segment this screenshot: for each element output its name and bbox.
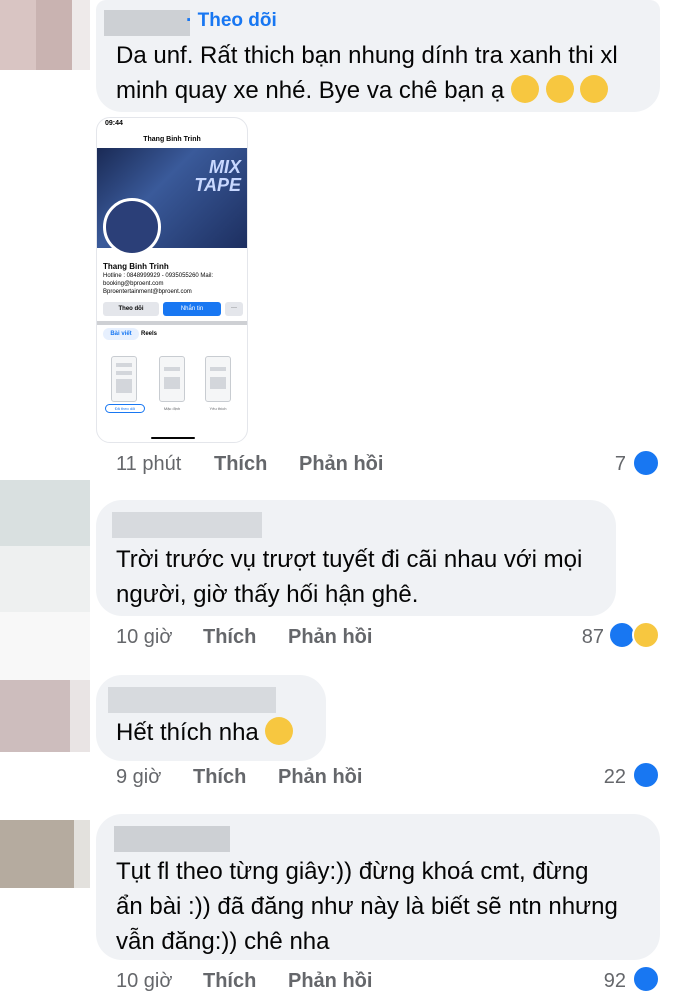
reply-button[interactable]: Phản hồi xyxy=(288,626,372,649)
commenter-name[interactable] xyxy=(104,10,190,36)
follow-button: Theo dõi xyxy=(103,302,159,316)
message-button: Nhắn tin xyxy=(163,302,221,316)
commenter-name[interactable] xyxy=(112,512,262,538)
haha-icon[interactable] xyxy=(632,621,660,649)
like-button[interactable]: Thích xyxy=(203,970,256,993)
home-indicator xyxy=(151,437,195,439)
like-button[interactable]: Thích xyxy=(203,626,256,649)
comment-text: Trời trước vụ trượt tuyết đi cãi nhau vớ… xyxy=(116,542,600,612)
commenter-name[interactable] xyxy=(108,687,276,713)
tab-posts: Bài viết xyxy=(103,328,139,340)
like-icon[interactable] xyxy=(632,761,660,789)
cover-text: MIX TAPE xyxy=(194,157,241,195)
like-icon[interactable] xyxy=(632,449,660,477)
attached-image[interactable]: 09:44 Thang Binh Trinh MIX TAPE Thang Bi… xyxy=(96,117,248,443)
comment-line: người, giờ thấy hối hận ghê. xyxy=(116,581,419,608)
comment-line: Hết thích nha xyxy=(116,719,259,746)
layout-card xyxy=(111,356,137,402)
comment-line: vẫn đăng:)) chê nha xyxy=(116,928,330,955)
reaction-count[interactable]: 7 xyxy=(615,453,626,476)
layout-card xyxy=(205,356,231,402)
comment-line: Trời trước vụ trượt tuyết đi cãi nhau vớ… xyxy=(116,546,583,573)
card-label: Mặc định xyxy=(163,406,181,411)
tab-reels: Reels xyxy=(141,331,158,337)
profile-picture xyxy=(103,198,161,256)
comment-text: Hết thích nha xyxy=(116,715,310,750)
reaction-count[interactable]: 22 xyxy=(604,766,626,789)
avatar[interactable] xyxy=(0,820,90,888)
layout-card xyxy=(159,356,185,402)
comment-bubble: Tụt fl theo từng giây:)) đừng khoá cmt, … xyxy=(96,814,660,960)
laughing-tears-emoji xyxy=(545,75,574,103)
comment-time[interactable]: 11 phút xyxy=(116,453,181,476)
divider xyxy=(97,321,247,325)
comment-bubble: Trời trước vụ trượt tuyết đi cãi nhau vớ… xyxy=(96,500,616,616)
more-button: ··· xyxy=(225,302,243,316)
follow-link[interactable]: · Theo dõi xyxy=(186,10,277,32)
commenter-name[interactable] xyxy=(114,826,230,852)
comment-line: Tụt fl theo từng giây:)) đừng khoá cmt, … xyxy=(116,858,589,885)
comment-line: minh quay xe nhé. Bye va chê bạn ạ xyxy=(116,73,644,108)
like-icon[interactable] xyxy=(632,965,660,993)
comment-text: Tụt fl theo từng giây:)) đừng khoá cmt, … xyxy=(116,854,644,959)
laughing-tears-emoji xyxy=(580,75,609,103)
reaction-count[interactable]: 87 xyxy=(582,626,604,649)
status-time: 09:44 xyxy=(105,120,123,127)
avatar[interactable] xyxy=(0,0,90,70)
profile-info: Hotline : 0848999929 - 0935055260 Mail: … xyxy=(103,273,214,295)
reply-button[interactable]: Phản hồi xyxy=(288,970,372,993)
laughing-tears-emoji xyxy=(510,75,539,103)
comment-bubble: Hết thích nha xyxy=(96,675,326,761)
comment-time[interactable]: 10 giờ xyxy=(116,970,172,993)
crying-face-emoji xyxy=(265,717,294,745)
card-label: Yêu thích xyxy=(209,406,227,411)
profile-header-title: Thang Binh Trinh xyxy=(143,136,201,143)
profile-name: Thang Binh Trinh xyxy=(103,262,169,271)
card-label: Đã theo dõi xyxy=(105,404,145,413)
reaction-count[interactable]: 92 xyxy=(604,970,626,993)
comment-line: Da unf. Rất thich bạn nhung dính tra xan… xyxy=(116,42,618,69)
reply-button[interactable]: Phản hồi xyxy=(299,453,383,476)
avatar[interactable] xyxy=(0,480,90,680)
like-button[interactable]: Thích xyxy=(193,766,246,789)
avatar[interactable] xyxy=(0,680,90,752)
comment-text: Da unf. Rất thich bạn nhung dính tra xan… xyxy=(116,38,644,108)
comment-line: ẩn bài :)) đã đăng như này là biết sẽ nt… xyxy=(116,893,618,920)
reply-button[interactable]: Phản hồi xyxy=(278,766,362,789)
comment-bubble: · Theo dõi Da unf. Rất thich bạn nhung d… xyxy=(96,0,660,112)
comment-time[interactable]: 10 giờ xyxy=(116,626,172,649)
comment-time[interactable]: 9 giờ xyxy=(116,766,161,789)
like-button[interactable]: Thích xyxy=(214,453,267,476)
